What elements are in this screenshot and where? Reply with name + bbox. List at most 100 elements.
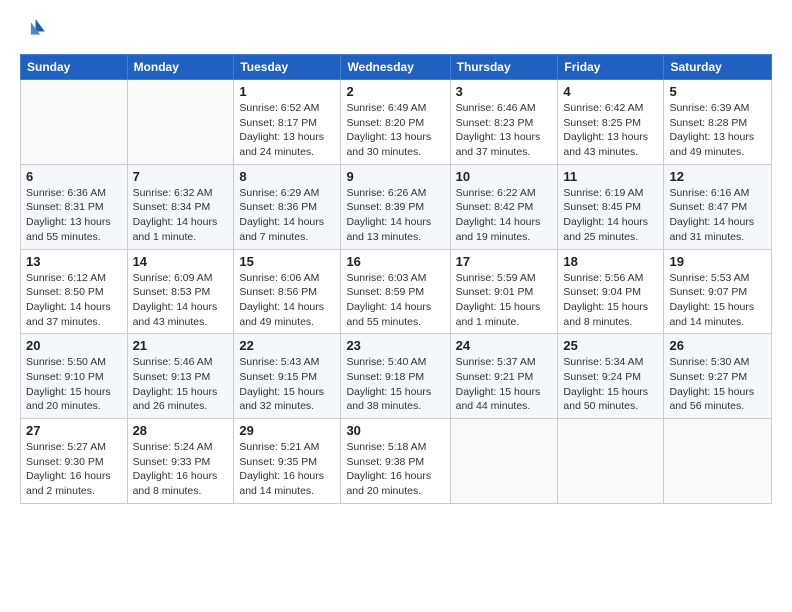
day-number: 15 [239,254,335,269]
day-info: Sunrise: 5:40 AM Sunset: 9:18 PM Dayligh… [346,356,431,412]
day-info: Sunrise: 6:29 AM Sunset: 8:36 PM Dayligh… [239,187,324,243]
day-info: Sunrise: 6:03 AM Sunset: 8:59 PM Dayligh… [346,272,431,328]
day-info: Sunrise: 6:32 AM Sunset: 8:34 PM Dayligh… [133,187,218,243]
day-number: 16 [346,254,444,269]
day-info: Sunrise: 5:21 AM Sunset: 9:35 PM Dayligh… [239,441,324,497]
day-cell: 28 Sunrise: 5:24 AM Sunset: 9:33 PM Dayli… [127,419,234,504]
day-cell: 9 Sunrise: 6:26 AM Sunset: 8:39 PM Daylig… [341,164,450,249]
day-cell: 25 Sunrise: 5:34 AM Sunset: 9:24 PM Dayli… [558,334,664,419]
day-info: Sunrise: 6:49 AM Sunset: 8:20 PM Dayligh… [346,102,431,158]
logo [20,16,52,44]
week-row-4: 27 Sunrise: 5:27 AM Sunset: 9:30 PM Dayli… [21,419,772,504]
day-cell: 14 Sunrise: 6:09 AM Sunset: 8:53 PM Dayli… [127,249,234,334]
day-number: 22 [239,338,335,353]
day-info: Sunrise: 6:42 AM Sunset: 8:25 PM Dayligh… [563,102,648,158]
day-cell: 19 Sunrise: 5:53 AM Sunset: 9:07 PM Dayli… [664,249,772,334]
day-number: 20 [26,338,122,353]
day-info: Sunrise: 6:09 AM Sunset: 8:53 PM Dayligh… [133,272,218,328]
day-cell: 12Sunrise: 6:16 AM Sunset: 8:47 PM Dayli… [664,164,772,249]
day-cell: 13Sunrise: 6:12 AM Sunset: 8:50 PM Dayli… [21,249,128,334]
day-info: Sunrise: 6:19 AM Sunset: 8:45 PM Dayligh… [563,187,648,243]
weekday-header-tuesday: Tuesday [234,55,341,80]
week-row-3: 20 Sunrise: 5:50 AM Sunset: 9:10 PM Dayli… [21,334,772,419]
day-info: Sunrise: 6:26 AM Sunset: 8:39 PM Dayligh… [346,187,431,243]
day-info: Sunrise: 5:59 AM Sunset: 9:01 PM Dayligh… [456,272,541,328]
day-info: Sunrise: 6:46 AM Sunset: 8:23 PM Dayligh… [456,102,541,158]
day-cell: 26Sunrise: 5:30 AM Sunset: 9:27 PM Dayli… [664,334,772,419]
day-cell: 24 Sunrise: 5:37 AM Sunset: 9:21 PM Dayli… [450,334,558,419]
day-number: 5 [669,84,766,99]
day-cell: 17 Sunrise: 5:59 AM Sunset: 9:01 PM Dayli… [450,249,558,334]
day-cell: 5 Sunrise: 6:39 AM Sunset: 8:28 PM Daylig… [664,80,772,165]
day-info: Sunrise: 5:30 AM Sunset: 9:27 PM Dayligh… [669,356,754,412]
day-info: Sunrise: 6:16 AM Sunset: 8:47 PM Dayligh… [669,187,754,243]
day-number: 1 [239,84,335,99]
day-cell [127,80,234,165]
day-number: 9 [346,169,444,184]
day-cell [21,80,128,165]
day-number: 28 [133,423,229,438]
day-info: Sunrise: 5:34 AM Sunset: 9:24 PM Dayligh… [563,356,648,412]
weekday-header-thursday: Thursday [450,55,558,80]
day-cell: 4 Sunrise: 6:42 AM Sunset: 8:25 PM Daylig… [558,80,664,165]
day-number: 25 [563,338,658,353]
day-cell: 23 Sunrise: 5:40 AM Sunset: 9:18 PM Dayli… [341,334,450,419]
day-cell: 10 Sunrise: 6:22 AM Sunset: 8:42 PM Dayli… [450,164,558,249]
day-number: 21 [133,338,229,353]
day-cell: 11 Sunrise: 6:19 AM Sunset: 8:45 PM Dayli… [558,164,664,249]
day-number: 3 [456,84,553,99]
week-row-2: 13Sunrise: 6:12 AM Sunset: 8:50 PM Dayli… [21,249,772,334]
weekday-header-wednesday: Wednesday [341,55,450,80]
day-cell: 20 Sunrise: 5:50 AM Sunset: 9:10 PM Dayli… [21,334,128,419]
day-number: 24 [456,338,553,353]
day-info: Sunrise: 5:56 AM Sunset: 9:04 PM Dayligh… [563,272,648,328]
day-info: Sunrise: 5:37 AM Sunset: 9:21 PM Dayligh… [456,356,541,412]
day-info: Sunrise: 6:12 AM Sunset: 8:50 PM Dayligh… [26,272,111,328]
day-info: Sunrise: 6:22 AM Sunset: 8:42 PM Dayligh… [456,187,541,243]
day-number: 19 [669,254,766,269]
weekday-header-row: SundayMondayTuesdayWednesdayThursdayFrid… [21,55,772,80]
day-cell: 2 Sunrise: 6:49 AM Sunset: 8:20 PM Daylig… [341,80,450,165]
day-number: 17 [456,254,553,269]
day-cell: 1 Sunrise: 6:52 AM Sunset: 8:17 PM Daylig… [234,80,341,165]
day-cell: 16 Sunrise: 6:03 AM Sunset: 8:59 PM Dayli… [341,249,450,334]
day-number: 4 [563,84,658,99]
day-info: Sunrise: 5:27 AM Sunset: 9:30 PM Dayligh… [26,441,111,497]
day-info: Sunrise: 5:50 AM Sunset: 9:10 PM Dayligh… [26,356,111,412]
calendar-table: SundayMondayTuesdayWednesdayThursdayFrid… [20,54,772,504]
day-cell: 7Sunrise: 6:32 AM Sunset: 8:34 PM Daylig… [127,164,234,249]
day-number: 6 [26,169,122,184]
day-cell: 15 Sunrise: 6:06 AM Sunset: 8:56 PM Dayli… [234,249,341,334]
day-number: 23 [346,338,444,353]
day-number: 29 [239,423,335,438]
day-info: Sunrise: 5:24 AM Sunset: 9:33 PM Dayligh… [133,441,218,497]
day-info: Sunrise: 6:06 AM Sunset: 8:56 PM Dayligh… [239,272,324,328]
day-number: 14 [133,254,229,269]
day-info: Sunrise: 6:39 AM Sunset: 8:28 PM Dayligh… [669,102,754,158]
day-info: Sunrise: 5:18 AM Sunset: 9:38 PM Dayligh… [346,441,431,497]
weekday-header-saturday: Saturday [664,55,772,80]
day-info: Sunrise: 5:43 AM Sunset: 9:15 PM Dayligh… [239,356,324,412]
day-number: 2 [346,84,444,99]
day-number: 8 [239,169,335,184]
day-cell: 30 Sunrise: 5:18 AM Sunset: 9:38 PM Dayli… [341,419,450,504]
day-cell [450,419,558,504]
day-cell: 21 Sunrise: 5:46 AM Sunset: 9:13 PM Dayli… [127,334,234,419]
day-number: 10 [456,169,553,184]
day-info: Sunrise: 6:52 AM Sunset: 8:17 PM Dayligh… [239,102,324,158]
day-info: Sunrise: 5:46 AM Sunset: 9:13 PM Dayligh… [133,356,218,412]
day-number: 11 [563,169,658,184]
day-cell: 29 Sunrise: 5:21 AM Sunset: 9:35 PM Dayli… [234,419,341,504]
header [20,16,772,44]
logo-icon [20,16,48,44]
day-cell: 8 Sunrise: 6:29 AM Sunset: 8:36 PM Daylig… [234,164,341,249]
day-cell: 18 Sunrise: 5:56 AM Sunset: 9:04 PM Dayli… [558,249,664,334]
day-info: Sunrise: 6:36 AM Sunset: 8:31 PM Dayligh… [26,187,111,243]
week-row-1: 6 Sunrise: 6:36 AM Sunset: 8:31 PM Daylig… [21,164,772,249]
day-number: 18 [563,254,658,269]
weekday-header-monday: Monday [127,55,234,80]
day-info: Sunrise: 5:53 AM Sunset: 9:07 PM Dayligh… [669,272,754,328]
day-number: 27 [26,423,122,438]
day-number: 30 [346,423,444,438]
day-cell [664,419,772,504]
